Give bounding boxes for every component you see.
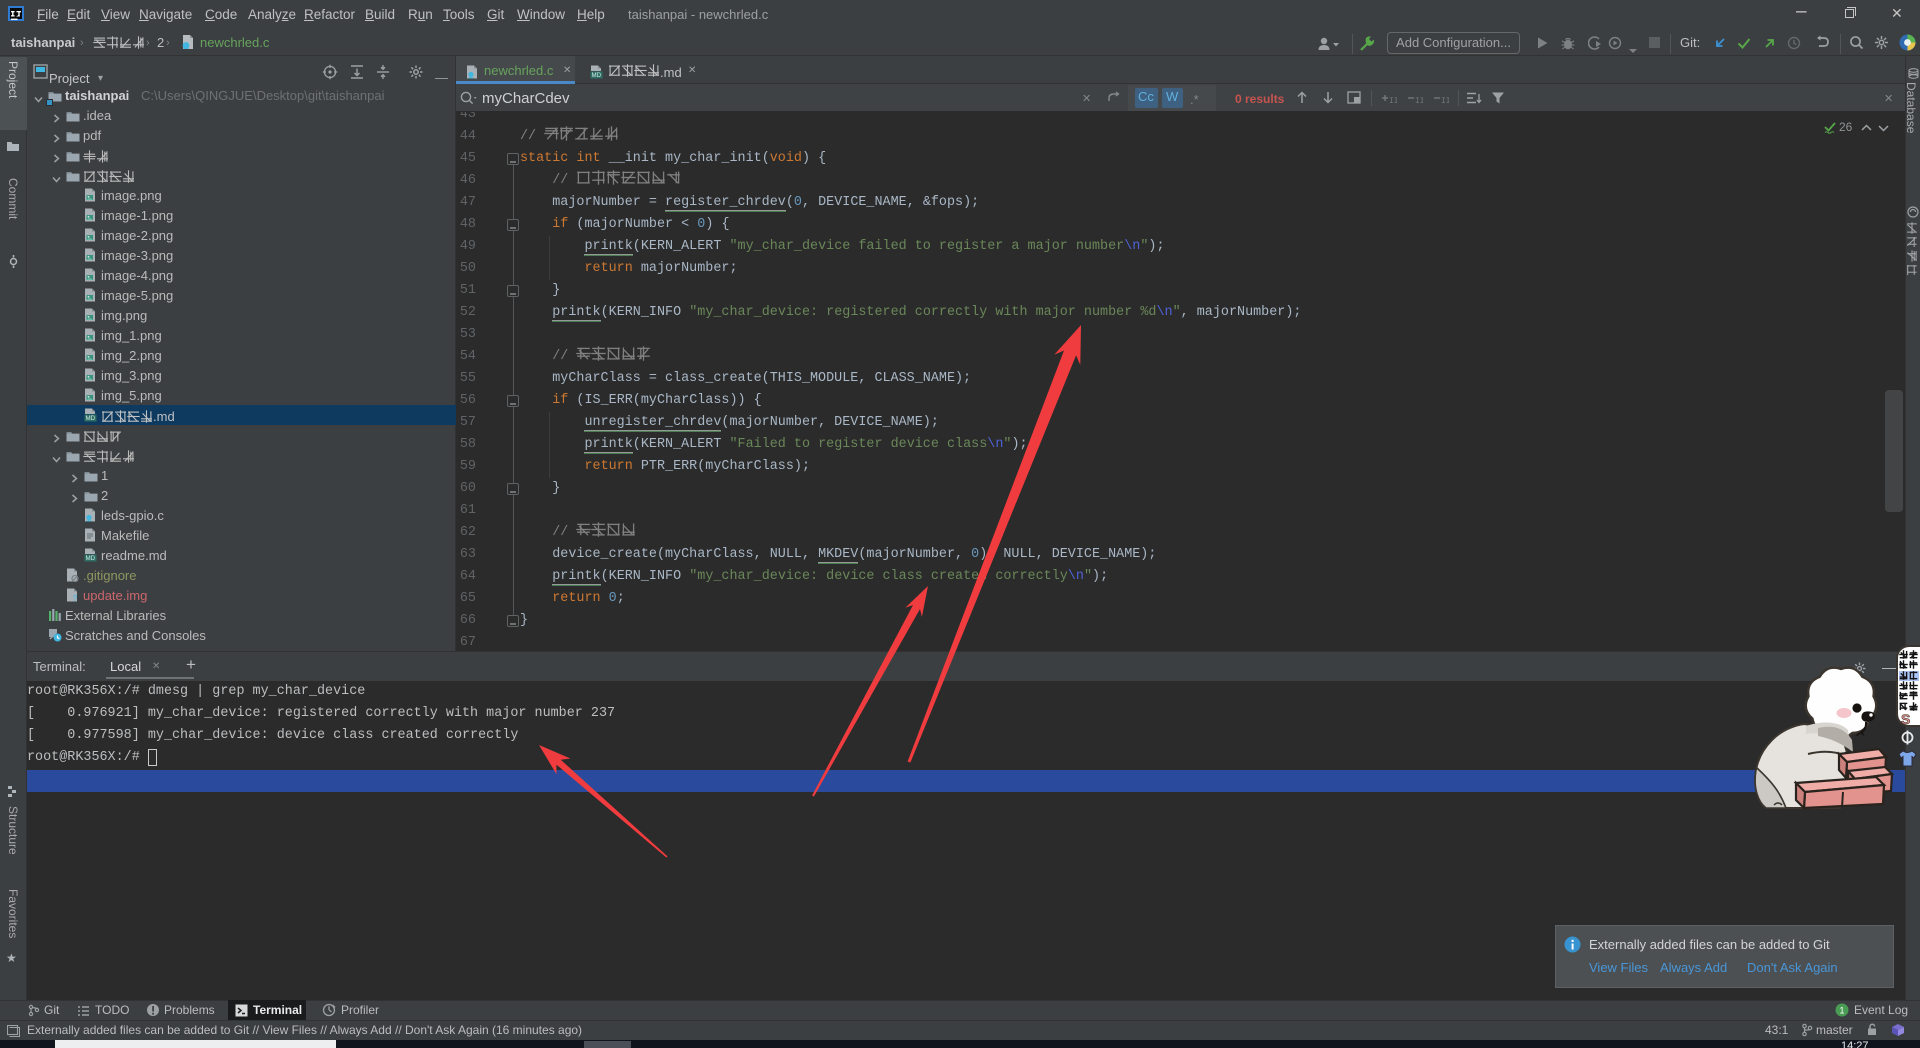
svg-text:II: II xyxy=(1415,97,1423,105)
svg-text:II: II xyxy=(1389,97,1397,105)
svg-text:II: II xyxy=(1441,97,1449,105)
svg-text:1: 1 xyxy=(1839,1006,1844,1016)
svg-text:MD: MD xyxy=(591,72,601,79)
